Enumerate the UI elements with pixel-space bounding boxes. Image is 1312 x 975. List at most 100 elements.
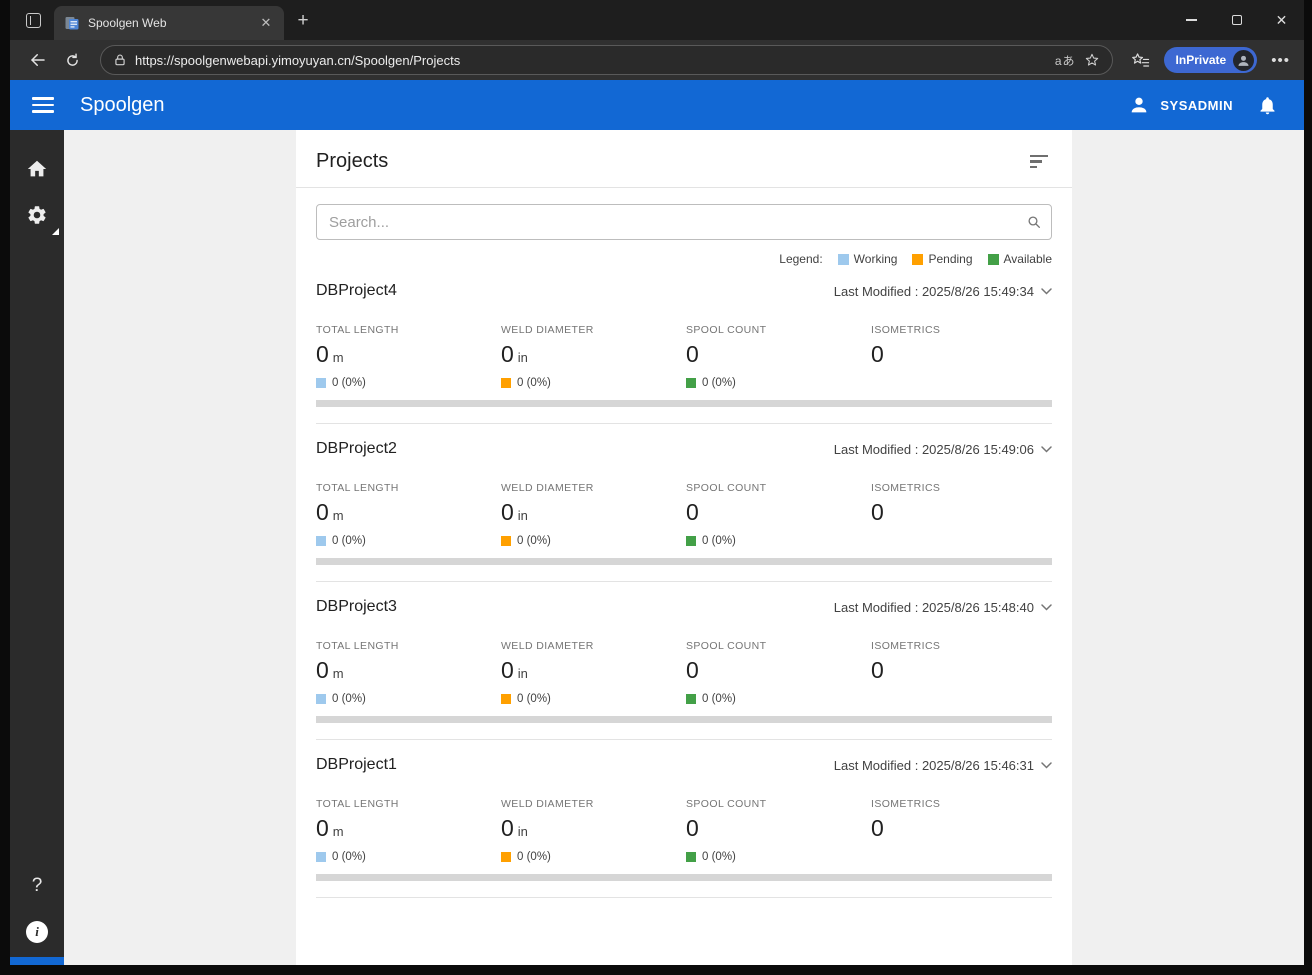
project-stat: WELD DIAMETER 0 in 0 (0%): [501, 640, 686, 705]
browser-toolbar: https://spoolgenwebapi.yimoyuyan.cn/Spoo…: [10, 40, 1304, 80]
favicon-icon: [64, 15, 80, 31]
project-stat: ISOMETRICS 0: [871, 798, 1056, 863]
close-button[interactable]: ✕: [1259, 0, 1304, 40]
sort-icon[interactable]: [1026, 151, 1052, 172]
stat-sub: 0 (0%): [517, 534, 551, 547]
project-stat: TOTAL LENGTH 0 m 0 (0%): [316, 482, 501, 547]
search-icon: [1026, 214, 1042, 230]
stat-value: 0: [316, 499, 329, 525]
stat-unit: m: [332, 824, 344, 839]
sidebar-bottom-strip: [10, 957, 64, 965]
stat-sub-row: 0 (0%): [501, 534, 686, 547]
project-stats: TOTAL LENGTH 0 m 0 (0%) WELD DIAMETER 0 …: [316, 798, 1052, 863]
back-button[interactable]: [24, 46, 52, 74]
translate-icon[interactable]: aあ: [1055, 52, 1076, 69]
stat-unit: in: [517, 508, 528, 523]
stat-swatch: [316, 535, 326, 546]
browser-menu-icon[interactable]: •••: [1271, 52, 1290, 69]
stat-value: 0: [501, 499, 514, 525]
gear-icon: [26, 204, 48, 226]
project-stat: SPOOL COUNT 0 0 (0%): [686, 324, 871, 389]
stat-label: TOTAL LENGTH: [316, 324, 399, 336]
project-last-modified-toggle[interactable]: Last Modified : 2025/8/26 15:48:40: [834, 600, 1052, 615]
favorites-hub-icon[interactable]: [1131, 52, 1150, 69]
profile-avatar: [1233, 49, 1255, 71]
project-stat: SPOOL COUNT 0 0 (0%): [686, 798, 871, 863]
project-card: DBProject1 Last Modified : 2025/8/26 15:…: [316, 740, 1052, 898]
sidebar-item-help[interactable]: ?: [10, 863, 64, 909]
notifications-bell-icon[interactable]: [1257, 95, 1278, 116]
project-progress-bar: [316, 400, 1052, 407]
stat-swatch: [501, 693, 511, 704]
search-input[interactable]: [316, 204, 1052, 240]
stat-swatch: [316, 377, 326, 388]
project-progress-bar: [316, 558, 1052, 565]
stat-unit: in: [517, 350, 528, 365]
toolbar-right: InPrivate •••: [1131, 47, 1290, 73]
inprivate-badge[interactable]: InPrivate: [1163, 47, 1258, 73]
project-progress-bar: [316, 716, 1052, 723]
stat-unit: m: [332, 666, 344, 681]
stat-value: 0: [316, 815, 329, 841]
stat-swatch: [686, 851, 696, 862]
stat-swatch: [316, 693, 326, 704]
project-stat: TOTAL LENGTH 0 m 0 (0%): [316, 324, 501, 389]
project-stat: ISOMETRICS 0: [871, 324, 1056, 389]
sidebar-item-settings[interactable]: [10, 192, 64, 238]
lock-icon: [113, 53, 127, 67]
stat-sub: 0 (0%): [702, 376, 736, 389]
chevron-down-icon: [1041, 603, 1052, 611]
stat-label: ISOMETRICS: [871, 798, 941, 810]
new-tab-button[interactable]: +: [288, 6, 318, 36]
stat-sub: 0 (0%): [702, 692, 736, 705]
project-stats: TOTAL LENGTH 0 m 0 (0%) WELD DIAMETER 0 …: [316, 482, 1052, 547]
browser-tab[interactable]: Spoolgen Web ✕: [54, 6, 284, 40]
tab-actions-icon[interactable]: [16, 3, 50, 37]
stat-label: SPOOL COUNT: [686, 640, 767, 652]
stat-value: 0: [501, 341, 514, 367]
menu-toggle-icon[interactable]: [32, 97, 54, 113]
stat-label: WELD DIAMETER: [501, 640, 594, 652]
project-stat: ISOMETRICS 0: [871, 640, 1056, 705]
sidebar: ? i: [10, 130, 64, 965]
project-list: DBProject4 Last Modified : 2025/8/26 15:…: [316, 266, 1052, 898]
username: SYSADMIN: [1160, 97, 1233, 113]
stat-value-row: 0 m: [316, 341, 501, 368]
stat-unit: m: [332, 508, 344, 523]
chevron-down-icon: [1041, 761, 1052, 769]
panel-header: Projects: [316, 130, 1052, 187]
sidebar-item-home[interactable]: [10, 146, 64, 192]
stat-sub: 0 (0%): [332, 376, 366, 389]
projects-panel: Projects Legend: Working Pending: [296, 130, 1072, 965]
inprivate-label: InPrivate: [1175, 53, 1227, 67]
stat-value: 0: [686, 499, 699, 525]
stat-sub-row: 0 (0%): [316, 376, 501, 389]
sidebar-item-about[interactable]: i: [10, 909, 64, 955]
stat-unit: in: [517, 666, 528, 681]
project-name: DBProject3: [316, 598, 397, 615]
project-last-modified-toggle[interactable]: Last Modified : 2025/8/26 15:46:31: [834, 758, 1052, 773]
legend-item: Working: [837, 252, 897, 266]
project-last-modified-toggle[interactable]: Last Modified : 2025/8/26 15:49:06: [834, 442, 1052, 457]
stat-sub: 0 (0%): [517, 692, 551, 705]
stat-label: ISOMETRICS: [871, 640, 941, 652]
favorite-star-icon[interactable]: [1084, 52, 1100, 68]
minimize-button[interactable]: [1169, 0, 1214, 40]
project-stats: TOTAL LENGTH 0 m 0 (0%) WELD DIAMETER 0 …: [316, 324, 1052, 389]
project-progress-bar: [316, 874, 1052, 881]
stat-value: 0: [686, 815, 699, 841]
tab-close-icon[interactable]: ✕: [256, 13, 276, 33]
page-title: Projects: [316, 150, 389, 172]
maximize-button[interactable]: [1214, 0, 1259, 40]
project-last-modified-toggle[interactable]: Last Modified : 2025/8/26 15:49:34: [834, 284, 1052, 299]
project-last-modified: Last Modified : 2025/8/26 15:49:34: [833, 283, 1034, 299]
legend-swatch: [837, 253, 849, 265]
stat-swatch: [686, 535, 696, 546]
project-card: DBProject3 Last Modified : 2025/8/26 15:…: [316, 582, 1052, 740]
address-bar[interactable]: https://spoolgenwebapi.yimoyuyan.cn/Spoo…: [100, 45, 1113, 75]
user-icon[interactable]: [1128, 94, 1150, 116]
project-last-modified: Last Modified : 2025/8/26 15:46:31: [833, 757, 1034, 773]
stat-value-row: 0 in: [501, 657, 686, 684]
refresh-button[interactable]: [58, 46, 86, 74]
stat-label: ISOMETRICS: [871, 482, 941, 494]
